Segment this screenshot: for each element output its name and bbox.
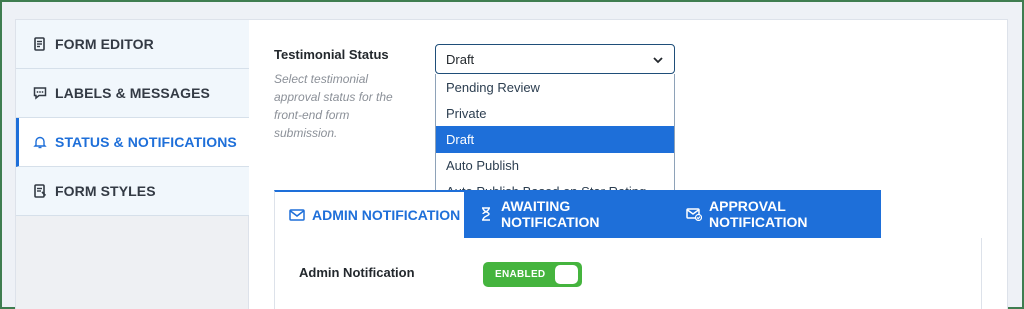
sidebar-item-labels-messages[interactable]: LABELS & MESSAGES (16, 69, 249, 118)
testimonial-status-label: Testimonial Status (274, 47, 389, 62)
admin-notification-panel: Admin Notification ENABLED (274, 238, 982, 309)
admin-notification-toggle[interactable]: ENABLED (483, 262, 582, 287)
testimonial-status-select[interactable]: Draft (435, 44, 675, 74)
tab-awaiting-notification[interactable]: AWAITING NOTIFICATION (464, 190, 672, 238)
dropdown-option-private[interactable]: Private (436, 100, 674, 126)
select-value: Draft (446, 51, 475, 67)
chevron-down-icon (652, 54, 664, 66)
admin-notification-label: Admin Notification (299, 265, 415, 280)
tab-approval-notification[interactable]: APPROVAL NOTIFICATION (672, 190, 881, 238)
status-dropdown-list: Pending Review Private Draft Auto Publis… (435, 74, 675, 207)
sidebar-item-form-styles[interactable]: FORM STYLES (16, 167, 249, 216)
tab-label: APPROVAL NOTIFICATION (709, 198, 808, 230)
envelope-check-icon (686, 207, 702, 221)
sidebar-item-label: FORM EDITOR (55, 36, 154, 52)
hourglass-icon (478, 207, 494, 221)
testimonial-status-help: Select testimonial approval status for t… (274, 72, 393, 140)
sidebar-item-form-editor[interactable]: FORM EDITOR (16, 20, 249, 69)
sidebar-item-label: STATUS & NOTIFICATIONS (55, 134, 237, 150)
tab-label: AWAITING NOTIFICATION (501, 198, 600, 230)
sidebar-item-label: LABELS & MESSAGES (55, 85, 210, 101)
dropdown-option-draft[interactable]: Draft (436, 126, 674, 153)
settings-sidebar: FORM EDITOR LABELS & MESSAGES STATUS & N… (16, 20, 249, 309)
main-content: Testimonial Status Select testimonial ap… (250, 20, 1007, 309)
sidebar-item-status-notifications[interactable]: STATUS & NOTIFICATIONS (16, 118, 249, 167)
settings-panel: FORM EDITOR LABELS & MESSAGES STATUS & N… (15, 19, 1008, 309)
toggle-state-text: ENABLED (495, 269, 546, 280)
tab-label: ADMIN NOTIFICATION (312, 207, 461, 223)
toggle-knob (555, 265, 578, 284)
dropdown-option-pending-review[interactable]: Pending Review (436, 74, 674, 100)
dropdown-option-auto-publish[interactable]: Auto Publish (436, 153, 674, 179)
chat-bubble-icon (33, 86, 47, 100)
envelope-icon (289, 208, 305, 222)
bell-icon (33, 135, 47, 149)
form-editor-icon (33, 37, 47, 51)
tab-admin-notification[interactable]: ADMIN NOTIFICATION (274, 190, 464, 238)
sidebar-item-label: FORM STYLES (55, 183, 156, 199)
form-styles-icon (33, 184, 47, 198)
